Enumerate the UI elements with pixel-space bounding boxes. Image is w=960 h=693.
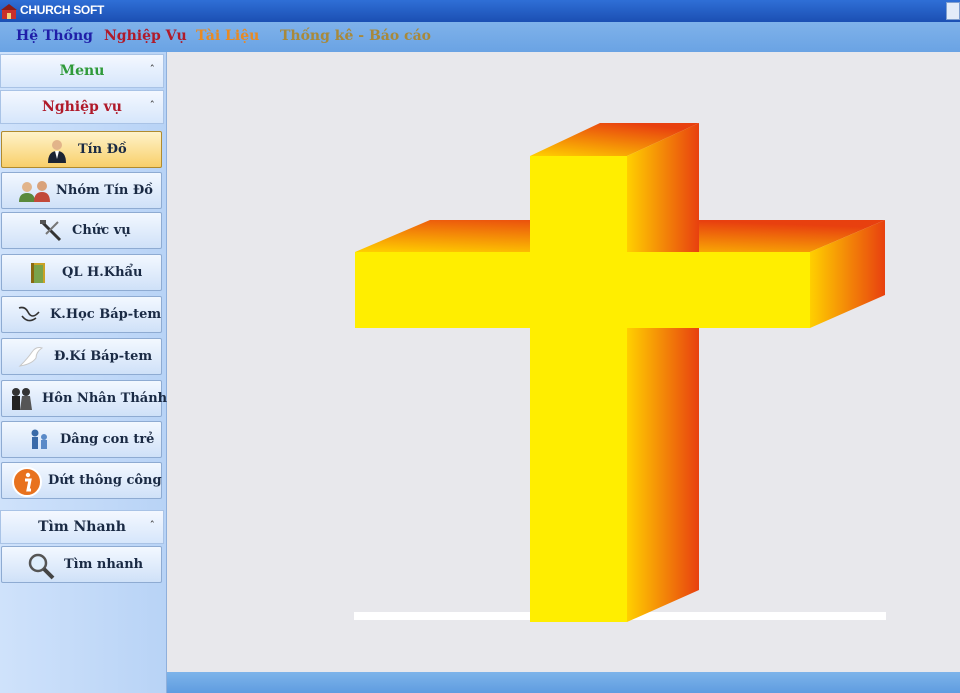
nav-dut-thong-cong-label: Dứt thông công — [48, 473, 162, 488]
nav-dang-con-tre-button[interactable]: Dâng con trẻ — [1, 421, 162, 458]
nav-tim-nhanh-button[interactable]: Tìm nhanh — [1, 546, 162, 583]
nav-dang-con-tre-label: Dâng con trẻ — [60, 432, 155, 447]
nav-tin-do-button[interactable]: Tín Đồ — [1, 131, 162, 168]
collapse-chevron-icon[interactable]: ˆ — [150, 99, 156, 112]
menu-section-header[interactable]: Menu ˆ — [0, 54, 164, 88]
timnhanh-section-header[interactable]: Tìm Nhanh ˆ — [0, 510, 164, 544]
nav-khoc-bap-tem-label: K.Học Báp-tem — [50, 307, 162, 322]
couple-icon — [12, 388, 32, 410]
person-icon — [48, 140, 66, 163]
main-content-area — [167, 52, 960, 672]
menu-tai-lieu[interactable]: Tài Liệu — [196, 28, 259, 44]
nav-dki-bap-tem-label: Đ.Kí Báp-tem — [54, 349, 153, 364]
nav-chuc-vu-label: Chức vụ — [72, 223, 131, 238]
sidebar: Menu ˆ Nghiệp vụ ˆ Tín Đồ Nhóm Tín Đồ Ch… — [0, 52, 167, 693]
nav-ql-ho-khau-label: QL H.Khẩu — [62, 265, 143, 280]
nav-dut-thong-cong-button[interactable]: Dứt thông công — [1, 462, 162, 499]
collapse-chevron-icon[interactable]: ˆ — [150, 519, 156, 532]
minimize-button[interactable] — [946, 2, 960, 20]
nav-dki-bap-tem-button[interactable]: Đ.Kí Báp-tem — [1, 338, 162, 375]
dove-icon — [18, 347, 44, 367]
book-icon — [31, 263, 45, 283]
tools-icon — [40, 220, 62, 242]
cross-illustration — [354, 123, 886, 622]
collapse-chevron-icon[interactable]: ˆ — [150, 63, 156, 76]
nghiepvu-section-label: Nghiệp vụ — [42, 99, 122, 115]
bird-sketch-icon — [18, 306, 40, 322]
group-icon — [19, 181, 50, 202]
nav-hon-nhan-thanh-button[interactable]: Hôn Nhân Thánh — [1, 380, 167, 417]
nav-chuc-vu-button[interactable]: Chức vụ — [1, 212, 162, 249]
menu-he-thong[interactable]: Hệ Thống — [16, 28, 93, 44]
magnifier-icon — [28, 553, 55, 580]
nav-khoc-bap-tem-button[interactable]: K.Học Báp-tem — [1, 296, 162, 333]
nghiepvu-section-header[interactable]: Nghiệp vụ ˆ — [0, 90, 164, 124]
nav-nhom-tin-do-button[interactable]: Nhóm Tín Đồ — [1, 172, 162, 209]
menu-section-label: Menu — [59, 63, 105, 79]
menu-thong-ke-bao-cao[interactable]: Thống kê - Báo cáo — [280, 28, 431, 44]
menu-bar: Hệ Thống Nghiệp Vụ Tài Liệu Thống kê - B… — [0, 22, 960, 52]
title-bar: CHURCH SOFT — [0, 0, 960, 22]
family-icon — [31, 429, 47, 449]
window-title: CHURCH SOFT — [20, 3, 105, 17]
nav-nhom-tin-do-label: Nhóm Tín Đồ — [56, 183, 153, 198]
nav-tin-do-label: Tín Đồ — [78, 142, 127, 157]
info-icon — [12, 467, 42, 497]
nav-hon-nhan-thanh-label: Hôn Nhân Thánh — [42, 391, 168, 406]
timnhanh-section-label: Tìm Nhanh — [38, 519, 126, 535]
nav-ql-ho-khau-button[interactable]: QL H.Khẩu — [1, 254, 162, 291]
nav-tim-nhanh-label: Tìm nhanh — [64, 557, 144, 572]
status-bar — [167, 672, 960, 693]
church-icon — [1, 4, 17, 19]
menu-nghiep-vu[interactable]: Nghiệp Vụ — [104, 28, 187, 44]
